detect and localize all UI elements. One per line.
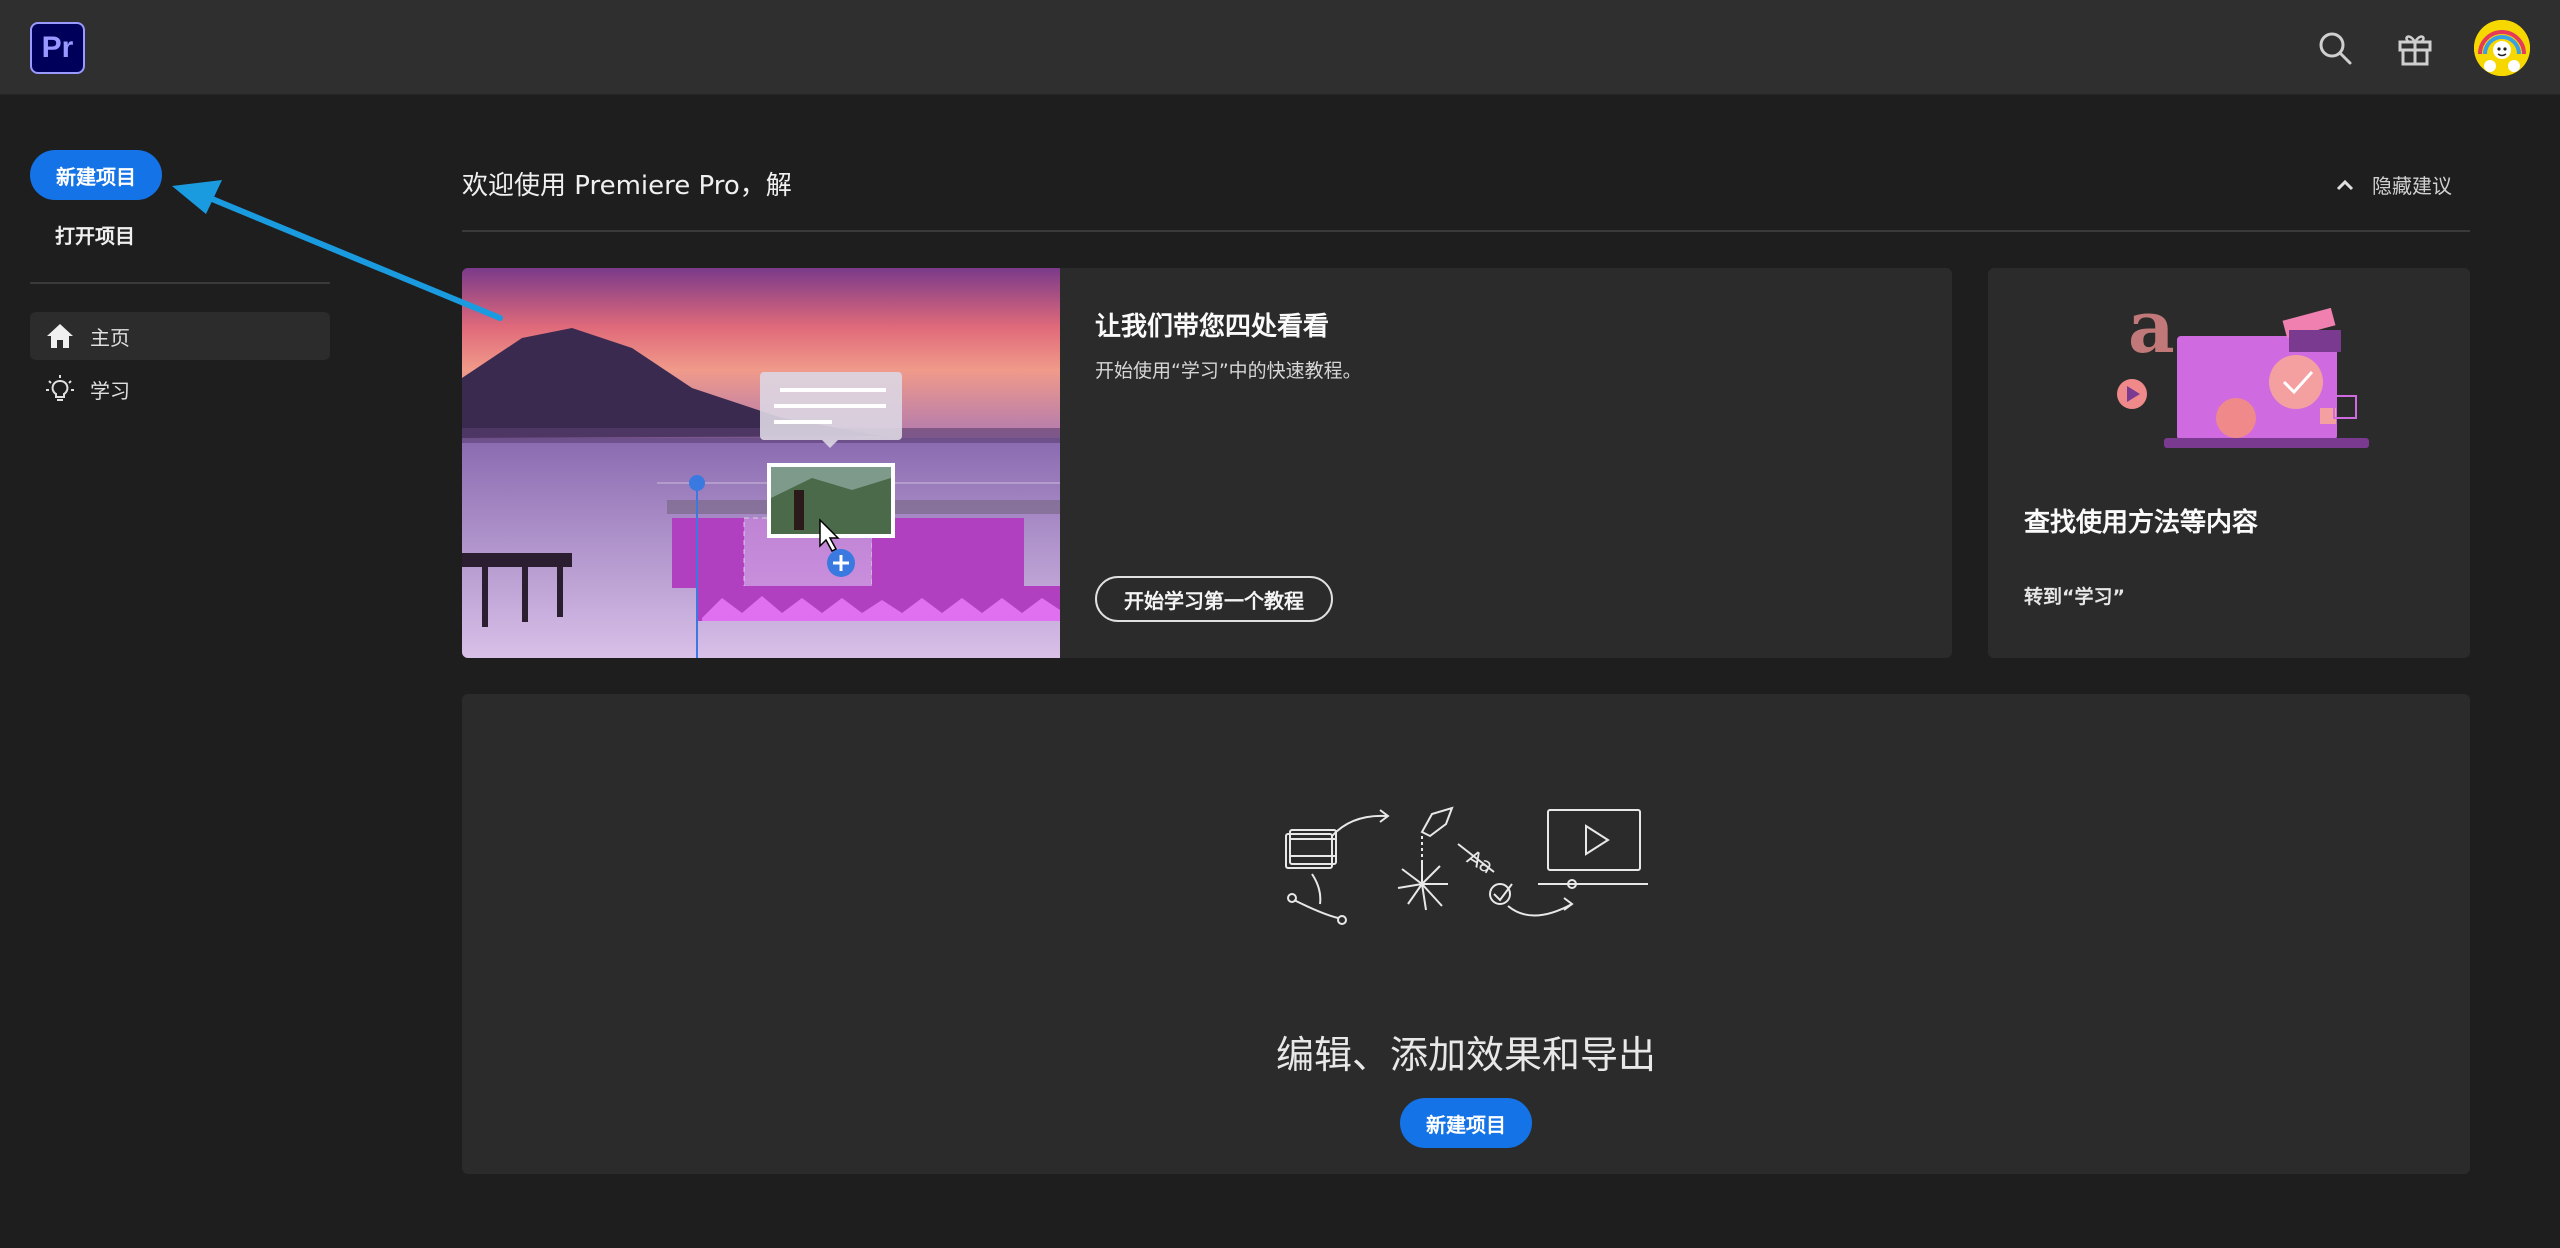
sidebar-divider xyxy=(30,282,330,284)
edit-workflow-illustration: Aa xyxy=(1285,806,1648,925)
sidebar-item-label: 学习 xyxy=(90,378,130,403)
svg-text:a: a xyxy=(2128,284,2175,369)
top-bar: Pr xyxy=(0,0,2560,95)
new-project-button[interactable]: 新建项目 xyxy=(30,150,162,200)
sidebar-item-label: 主页 xyxy=(90,325,130,350)
gift-icon[interactable] xyxy=(2395,28,2435,68)
lightbulb-icon xyxy=(46,375,74,401)
tour-card-title: 让我们带您四处看看 xyxy=(1095,312,1330,342)
tutorial-thumbnail[interactable] xyxy=(462,268,1060,658)
edit-card-title: 编辑、添加效果和导出 xyxy=(1275,1033,1656,1077)
new-project-button-secondary[interactable]: 新建项目 xyxy=(1400,1098,1532,1148)
user-avatar[interactable] xyxy=(2474,20,2530,76)
avatar-illustration xyxy=(2474,20,2530,76)
learn-card: a 查找使用方法等内容 转到“学习” xyxy=(1988,268,2470,658)
tour-card-subtitle: 开始使用“学习”中的快速教程。 xyxy=(1095,360,1362,382)
open-project-link[interactable]: 打开项目 xyxy=(55,220,135,249)
hide-suggestions-label: 隐藏建议 xyxy=(2372,174,2452,198)
start-tutorial-button[interactable]: 开始学习第一个教程 xyxy=(1095,576,1333,622)
go-to-learn-link[interactable]: 转到“学习” xyxy=(2024,582,2125,609)
edit-card: Aa 编辑、添加效果和导出 新建项目 xyxy=(462,694,2470,1174)
chevron-up-icon xyxy=(2336,179,2354,190)
tour-card: 让我们带您四处看看 开始使用“学习”中的快速教程。 开始学习第一个教程 xyxy=(462,268,1952,658)
main-divider xyxy=(462,230,2470,232)
search-icon[interactable] xyxy=(2315,28,2355,68)
sidebar-item-home[interactable]: 主页 xyxy=(30,312,330,360)
learn-card-title: 查找使用方法等内容 xyxy=(2024,508,2259,538)
premiere-pro-logo: Pr xyxy=(30,22,85,74)
hide-suggestions-toggle[interactable]: 隐藏建议 xyxy=(2336,170,2452,199)
welcome-heading: 欢迎使用 Premiere Pro，解 xyxy=(462,171,792,201)
sidebar-item-learn[interactable]: 学习 xyxy=(30,365,330,413)
home-icon xyxy=(47,324,73,348)
laptop-illustration: a xyxy=(2117,284,2369,448)
